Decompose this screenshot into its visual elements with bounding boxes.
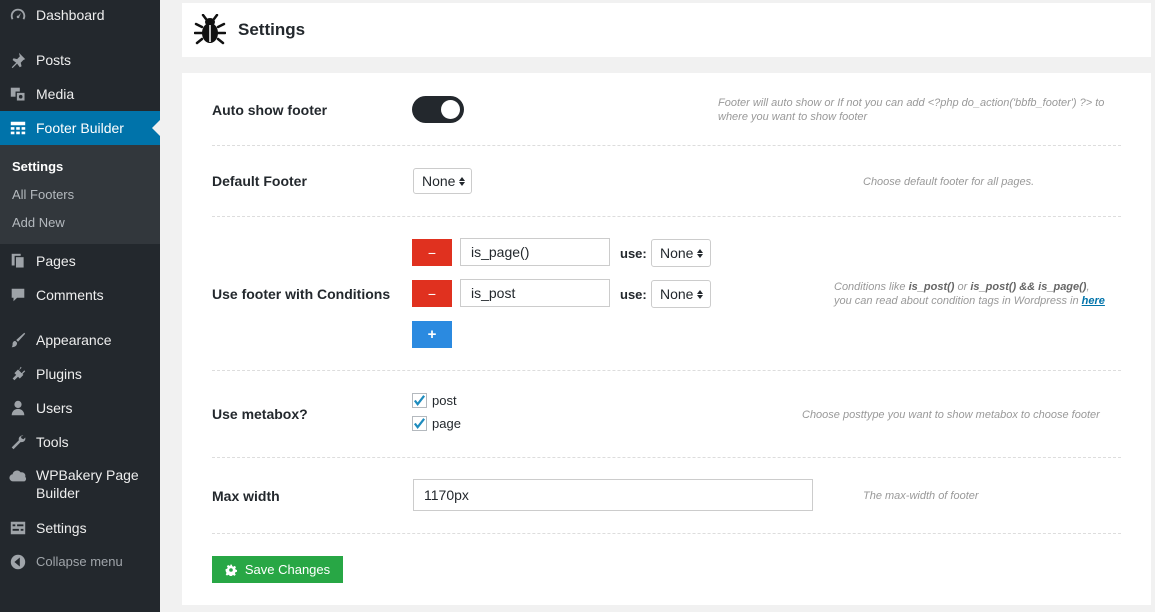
sidebar-item-settings[interactable]: Settings: [0, 518, 160, 538]
post-checkbox[interactable]: [412, 393, 427, 408]
gear-icon: [225, 564, 237, 576]
sidebar-item-users[interactable]: Users: [0, 398, 160, 418]
auto-show-footer-toggle[interactable]: [412, 96, 464, 123]
use-label: use:: [620, 287, 647, 302]
admin-sidebar: Dashboard Posts Media Footer Builder Set…: [0, 0, 160, 612]
condition-tags-link[interactable]: here: [1082, 295, 1105, 307]
cloud-icon: [8, 466, 28, 486]
sidebar-item-label: Footer Builder: [36, 120, 124, 136]
submenu-item-add-new[interactable]: Add New: [12, 215, 65, 230]
settings-panel: Auto show footer Footer will auto show o…: [182, 73, 1151, 605]
sidebar-item-label: WPBakery Page Builder: [36, 467, 139, 501]
divider: [212, 216, 1121, 217]
select-value: None: [660, 286, 694, 302]
conditions-label: Use footer with Conditions: [212, 286, 391, 302]
save-changes-button[interactable]: Save Changes: [212, 556, 343, 583]
divider: [212, 533, 1121, 534]
pin-icon: [8, 50, 28, 70]
page-title: Settings: [238, 20, 306, 39]
sidebar-item-media[interactable]: Media: [0, 84, 160, 104]
divider: [212, 370, 1121, 371]
sidebar-item-posts[interactable]: Posts: [0, 50, 160, 70]
sidebar-item-label: Posts: [36, 52, 72, 68]
sidebar-item-label: Settings: [36, 520, 87, 536]
metabox-label: Use metabox?: [212, 406, 308, 422]
sidebar-item-appearance[interactable]: Appearance: [0, 330, 160, 350]
save-changes-label: Save Changes: [244, 562, 331, 577]
media-icon: [8, 84, 28, 104]
condition-footer-select[interactable]: None: [651, 239, 711, 267]
toggle-knob: [441, 100, 460, 119]
sidebar-item-dashboard[interactable]: Dashboard: [0, 5, 160, 25]
footer-builder-submenu: Settings All Footers Add New: [0, 145, 160, 244]
max-width-input[interactable]: 1170px: [413, 479, 813, 511]
sidebar-item-plugins[interactable]: Plugins: [0, 364, 160, 384]
dashboard-icon: [8, 5, 28, 25]
default-footer-label: Default Footer: [212, 173, 307, 189]
submenu-item-all-footers[interactable]: All Footers: [12, 187, 74, 202]
sidebar-item-label: Pages: [36, 253, 76, 269]
sidebar-item-label: Comments: [36, 287, 104, 303]
divider: [212, 145, 1121, 146]
sidebar-item-wpbakery[interactable]: WPBakery Page Builder: [0, 466, 160, 504]
brush-icon: [8, 330, 28, 350]
checkmark-icon: [413, 418, 426, 430]
divider: [212, 457, 1121, 458]
hint-text: ,: [1086, 281, 1090, 293]
default-footer-select[interactable]: None: [413, 168, 472, 194]
collapse-icon: [8, 552, 28, 572]
default-footer-hint: Choose default footer for all pages.: [863, 176, 1035, 188]
pages-icon: [8, 251, 28, 271]
comment-icon: [8, 285, 28, 305]
hint-text: or: [954, 281, 971, 293]
active-indicator: [152, 120, 160, 136]
auto-show-footer-label: Auto show footer: [212, 102, 328, 118]
select-arrows-icon: [459, 176, 466, 186]
page-checkbox-label: page: [432, 416, 461, 431]
plugin-icon: [8, 364, 28, 384]
user-icon: [8, 398, 28, 418]
sidebar-item-comments[interactable]: Comments: [0, 285, 160, 305]
hint-text: you can read about condition tags in Wor…: [834, 295, 1082, 307]
submenu-item-settings[interactable]: Settings: [12, 159, 63, 174]
sidebar-item-label: Plugins: [36, 366, 82, 382]
select-arrows-icon: [697, 289, 704, 299]
grid-icon: [8, 118, 28, 138]
sidebar-item-label: Tools: [36, 434, 69, 450]
bug-icon: [193, 13, 227, 46]
sidebar-item-label: Collapse menu: [36, 554, 123, 569]
collapse-menu-button[interactable]: Collapse menu: [0, 552, 160, 572]
metabox-hint: Choose posttype you want to show metabox…: [802, 409, 1100, 421]
select-value: None: [660, 245, 694, 261]
page-checkbox[interactable]: [412, 416, 427, 431]
use-label: use:: [620, 246, 647, 261]
condition-input[interactable]: is_page(): [460, 238, 610, 266]
sidebar-item-label: Users: [36, 400, 73, 416]
remove-condition-button[interactable]: −: [412, 239, 452, 266]
condition-footer-select[interactable]: None: [651, 280, 711, 308]
post-checkbox-label: post: [432, 393, 457, 408]
remove-condition-button[interactable]: −: [412, 280, 452, 307]
sidebar-item-label: Appearance: [36, 332, 112, 348]
conditions-hint: Conditions like is_post() or is_post() &…: [834, 280, 1124, 308]
sidebar-item-footer-builder[interactable]: Footer Builder: [0, 111, 160, 145]
hint-code: is_post(): [908, 281, 955, 293]
auto-show-footer-hint: Footer will auto show or If not you can …: [718, 97, 1105, 123]
select-value: None: [422, 173, 456, 189]
add-condition-button[interactable]: +: [412, 321, 452, 348]
sidebar-item-tools[interactable]: Tools: [0, 432, 160, 452]
max-width-label: Max width: [212, 488, 280, 504]
select-arrows-icon: [697, 248, 704, 258]
sidebar-item-pages[interactable]: Pages: [0, 251, 160, 271]
checkmark-icon: [413, 395, 426, 407]
page-header: Settings: [182, 3, 1151, 57]
wrench-icon: [8, 432, 28, 452]
sidebar-item-label: Media: [36, 86, 75, 102]
settings-icon: [8, 518, 28, 538]
hint-code: is_post() && is_page(): [970, 281, 1087, 293]
hint-text: Conditions like: [834, 281, 909, 293]
max-width-hint: The max-width of footer: [863, 490, 979, 502]
condition-input[interactable]: is_post: [460, 279, 610, 307]
sidebar-item-label: Dashboard: [36, 7, 105, 23]
